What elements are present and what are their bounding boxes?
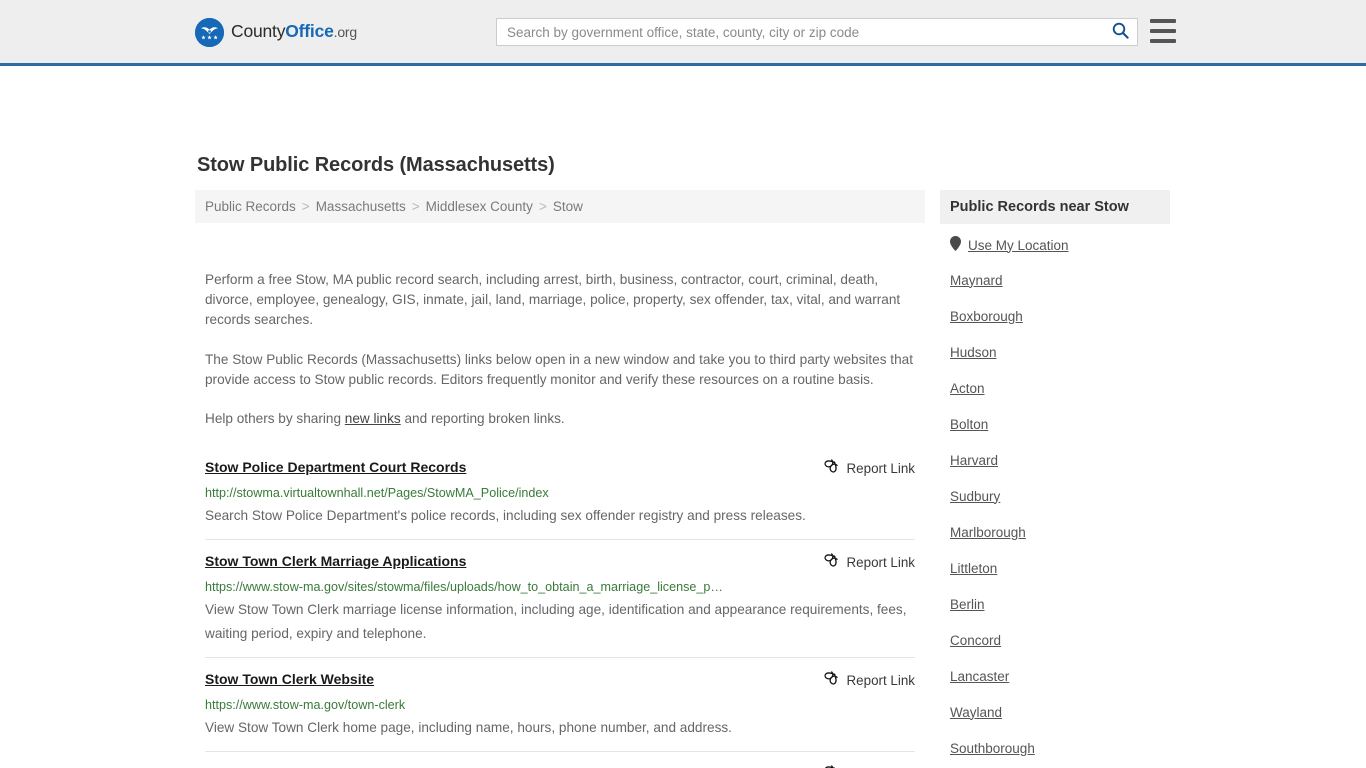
result-description: View Stow Town Clerk home page, includin… xyxy=(205,720,732,736)
logo-text-org: .org xyxy=(333,24,358,41)
site-logo-text: CountyOffice.org xyxy=(231,23,357,42)
sidebar-item-lancaster[interactable]: Lancaster xyxy=(950,658,1160,694)
result-url: http://stowma.virtualtownhall.net/Pages/… xyxy=(205,486,549,501)
use-my-location-link[interactable]: Use My Location xyxy=(968,238,1069,253)
sidebar-heading: Public Records near Stow xyxy=(940,190,1170,224)
result-title-link[interactable]: Stow Town Clerk Website xyxy=(205,671,374,687)
results-list: Stow Police Department Court Records Rep… xyxy=(195,447,925,768)
report-link-label: Report Link xyxy=(846,555,915,571)
sidebar-item-hudson[interactable]: Hudson xyxy=(950,334,1160,370)
page-title: Stow Public Records (Massachusetts) xyxy=(197,154,555,176)
result-title-link[interactable]: Stow Police Department Court Records xyxy=(205,459,466,475)
result-item: Stow Town Clerk Website Report Link http… xyxy=(205,657,915,751)
sidebar-item-use-my-location[interactable]: Use My Location xyxy=(950,224,1160,262)
sidebar-place-link[interactable]: Concord xyxy=(950,633,1001,648)
sidebar-item-concord[interactable]: Concord xyxy=(950,622,1160,658)
intro-paragraph-2: The Stow Public Records (Massachusetts) … xyxy=(205,351,913,387)
menu-bar-1 xyxy=(1150,19,1176,23)
breadcrumb: Public Records > Massachusetts > Middles… xyxy=(195,190,925,223)
breadcrumb-item-middlesex-county[interactable]: Middlesex County xyxy=(426,199,533,214)
breadcrumb-item-stow: Stow xyxy=(552,199,583,214)
sidebar-place-link[interactable]: Littleton xyxy=(950,561,997,576)
breadcrumb-separator: > xyxy=(538,199,547,214)
header-inner: CountyOffice.org xyxy=(0,0,1366,63)
breadcrumb-separator: > xyxy=(411,199,420,214)
sidebar-item-acton[interactable]: Acton xyxy=(950,370,1160,406)
sidebar-item-boxborough[interactable]: Boxborough xyxy=(950,298,1160,334)
help-suffix-text: and reporting broken links. xyxy=(400,411,565,427)
sidebar-places-list: Use My Location Maynard Boxborough Hudso… xyxy=(940,224,1170,768)
sidebar-place-link[interactable]: Harvard xyxy=(950,453,998,468)
report-link-button[interactable]: Report Link xyxy=(823,458,915,479)
site-logo[interactable]: CountyOffice.org xyxy=(195,18,357,47)
sidebar-place-link[interactable]: Marlborough xyxy=(950,525,1026,540)
sidebar-item-maynard[interactable]: Maynard xyxy=(950,262,1160,298)
result-url: https://www.stow-ma.gov/sites/stowma/fil… xyxy=(205,580,724,595)
new-links-link[interactable]: new links xyxy=(345,411,401,426)
logo-text-county: County xyxy=(231,21,286,42)
menu-bar-3 xyxy=(1150,39,1176,43)
sidebar-item-bolton[interactable]: Bolton xyxy=(950,406,1160,442)
broken-link-icon xyxy=(823,458,839,479)
hamburger-menu-icon[interactable] xyxy=(1150,19,1176,43)
main-content-column: Public Records > Massachusetts > Middles… xyxy=(195,190,925,768)
report-link-button[interactable]: Report Link xyxy=(823,670,915,691)
sidebar-place-link[interactable]: Lancaster xyxy=(950,669,1009,684)
sidebar-place-link[interactable]: Bolton xyxy=(950,417,988,432)
sidebar-place-link[interactable]: Sudbury xyxy=(950,489,1000,504)
broken-link-icon xyxy=(823,670,839,691)
result-url: https://www.stow-ma.gov/town-clerk xyxy=(205,698,406,713)
sidebar-item-wayland[interactable]: Wayland xyxy=(950,694,1160,730)
sidebar-item-harvard[interactable]: Harvard xyxy=(950,442,1160,478)
report-link-button[interactable]: Report Link xyxy=(823,764,915,768)
broken-link-icon xyxy=(823,764,839,768)
sidebar-item-southborough[interactable]: Southborough xyxy=(950,730,1160,766)
sidebar: Public Records near Stow Use My Location… xyxy=(940,190,1170,768)
report-link-label: Report Link xyxy=(846,673,915,689)
intro-section: Perform a free Stow, MA public record se… xyxy=(195,270,925,429)
sidebar-place-link[interactable]: Southborough xyxy=(950,741,1035,756)
sidebar-place-link[interactable]: Boxborough xyxy=(950,309,1023,324)
search-bar[interactable] xyxy=(496,18,1138,46)
sidebar-item-marlborough[interactable]: Marlborough xyxy=(950,514,1160,550)
sidebar-place-link[interactable]: Maynard xyxy=(950,273,1003,288)
search-icon xyxy=(1112,22,1129,42)
help-prefix-text: Help others by sharing xyxy=(205,411,345,427)
intro-paragraph-1: Perform a free Stow, MA public record se… xyxy=(205,272,901,328)
result-item: Stow Town Clerk Marriage Applications Re… xyxy=(205,539,915,657)
result-description: Search Stow Police Department's police r… xyxy=(205,508,806,524)
sidebar-item-sudbury[interactable]: Sudbury xyxy=(950,478,1160,514)
search-input[interactable] xyxy=(497,19,1103,45)
breadcrumb-item-massachusetts[interactable]: Massachusetts xyxy=(316,199,406,214)
menu-bar-2 xyxy=(1150,29,1176,33)
report-link-label: Report Link xyxy=(846,461,915,477)
broken-link-icon xyxy=(823,552,839,573)
sidebar-place-link[interactable]: Wayland xyxy=(950,705,1002,720)
sidebar-place-link[interactable]: Hudson xyxy=(950,345,997,360)
map-pin-icon xyxy=(950,236,961,254)
report-link-button[interactable]: Report Link xyxy=(823,552,915,573)
sidebar-place-link[interactable]: Berlin xyxy=(950,597,985,612)
result-description: View Stow Town Clerk marriage license in… xyxy=(205,602,907,642)
intro-help-line: Help others by sharing new links and rep… xyxy=(205,409,915,429)
result-title-link[interactable]: Stow Town Clerk Marriage Applications xyxy=(205,553,466,569)
logo-text-office: Office xyxy=(285,21,334,42)
sidebar-place-link[interactable]: Acton xyxy=(950,381,985,396)
breadcrumb-separator: > xyxy=(301,199,310,214)
eagle-shield-logo-icon xyxy=(195,18,224,47)
sidebar-item-littleton[interactable]: Littleton xyxy=(950,550,1160,586)
site-header: CountyOffice.org xyxy=(0,0,1366,66)
breadcrumb-item-public-records[interactable]: Public Records xyxy=(205,199,296,214)
result-item: Stow Town Government Property Records Re… xyxy=(205,751,915,768)
result-item: Stow Police Department Court Records Rep… xyxy=(205,447,915,539)
sidebar-item-berlin[interactable]: Berlin xyxy=(950,586,1160,622)
search-button[interactable] xyxy=(1103,19,1137,45)
